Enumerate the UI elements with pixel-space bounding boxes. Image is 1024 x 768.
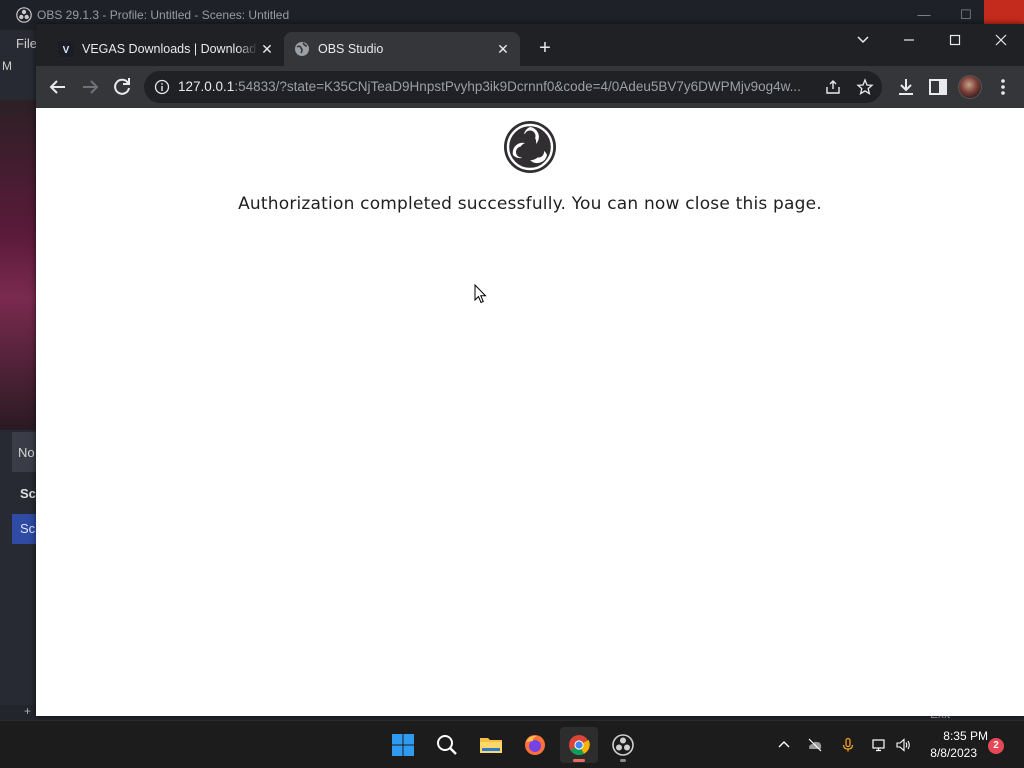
bookmark-star-icon[interactable]: [856, 78, 874, 96]
clock-time[interactable]: 8:35 PM: [918, 729, 988, 743]
close-icon[interactable]: ✕: [258, 40, 276, 58]
obs-menu-file[interactable]: File: [16, 36, 37, 51]
obs-scenes-header: Sc: [20, 486, 36, 501]
window-close-button[interactable]: [986, 28, 1016, 52]
tab-obs-studio[interactable]: OBS Studio ✕: [284, 32, 520, 66]
obs-preview-area: [0, 100, 36, 430]
close-icon[interactable]: ✕: [494, 40, 512, 58]
minimize-button[interactable]: [894, 28, 924, 52]
obs-window-title: OBS 29.1.3 - Profile: Untitled - Scenes:…: [37, 8, 290, 22]
network-icon[interactable]: [871, 737, 887, 753]
notification-badge[interactable]: 2: [988, 738, 1004, 754]
obs-add-icon[interactable]: +: [24, 704, 31, 718]
taskbar: 8:35 PM 8/8/2023 2: [0, 720, 1024, 768]
forward-arrow-icon[interactable]: [78, 75, 102, 99]
taskbar-chrome[interactable]: [560, 727, 598, 763]
web-page-content: Authorization completed successfully. Yo…: [36, 108, 1024, 716]
more-menu-icon[interactable]: [991, 75, 1015, 99]
download-icon[interactable]: [894, 75, 918, 99]
info-icon[interactable]: [154, 79, 170, 95]
start-button[interactable]: [384, 727, 422, 763]
obs-icon: [612, 734, 634, 756]
share-icon[interactable]: [824, 78, 842, 96]
url-path: :54833/?state=K35CNjTeaD9HnpstPvyhp3ik9D…: [234, 79, 801, 94]
obs-maximize-button[interactable]: ☐: [957, 6, 975, 24]
maximize-button[interactable]: [940, 28, 970, 52]
svg-text:V: V: [63, 45, 70, 56]
volume-icon[interactable]: [895, 737, 911, 753]
url-host: 127.0.0.1: [178, 79, 235, 94]
obs-logo-icon: [16, 7, 32, 23]
side-panel-icon[interactable]: [926, 75, 950, 99]
firefox-icon: [525, 735, 545, 755]
new-tab-button[interactable]: +: [534, 38, 556, 60]
tab-search-chevron-icon[interactable]: [848, 28, 878, 52]
microphone-icon[interactable]: [840, 737, 856, 753]
url-text[interactable]: 127.0.0.1:54833/?state=K35CNjTeaD9HnpstP…: [178, 79, 814, 94]
reload-icon[interactable]: [110, 75, 134, 99]
start-icon: [392, 734, 414, 756]
search-icon: [437, 735, 457, 755]
tab-strip: V VEGAS Downloads | Download in ✕ OBS St…: [36, 24, 1024, 66]
address-bar[interactable]: 127.0.0.1:54833/?state=K35CNjTeaD9HnpstP…: [144, 71, 882, 103]
obs-scene-item-label: Sc: [20, 521, 36, 536]
taskbar-file-explorer[interactable]: [472, 727, 510, 763]
tab-vegas-downloads[interactable]: V VEGAS Downloads | Download in ✕: [48, 32, 284, 66]
taskbar-firefox[interactable]: [516, 727, 554, 763]
chrome-window: V VEGAS Downloads | Download in ✕ OBS St…: [36, 24, 1024, 716]
obs-logo-icon: [504, 121, 556, 173]
file-explorer-icon: [480, 738, 502, 753]
obs-minimize-button[interactable]: —: [915, 6, 933, 24]
globe-icon: [295, 42, 309, 56]
mouse-cursor-icon: [474, 284, 487, 304]
vegas-v-icon: V: [58, 41, 74, 57]
chrome-icon: [569, 735, 590, 756]
obs-close-button[interactable]: [984, 0, 1024, 24]
tab-label: OBS Studio: [318, 42, 384, 56]
browser-toolbar: 127.0.0.1:54833/?state=K35CNjTeaD9HnpstP…: [36, 66, 1024, 108]
authorization-message: Authorization completed successfully. Yo…: [238, 194, 822, 214]
obs-menu-item[interactable]: M: [2, 59, 12, 73]
obs-dock-label: No: [18, 445, 35, 460]
back-arrow-icon[interactable]: [46, 75, 70, 99]
profile-avatar[interactable]: [958, 75, 982, 99]
tab-label: VEGAS Downloads | Download in: [82, 42, 258, 56]
onedrive-offline-icon[interactable]: [807, 737, 823, 753]
running-app-indicator: [620, 759, 626, 762]
chevron-up-icon[interactable]: [776, 737, 792, 753]
taskbar-obs[interactable]: [604, 727, 642, 763]
taskbar-search-button[interactable]: [428, 727, 466, 763]
clock-date[interactable]: 8/8/2023: [918, 746, 977, 760]
active-app-indicator: [573, 759, 585, 762]
